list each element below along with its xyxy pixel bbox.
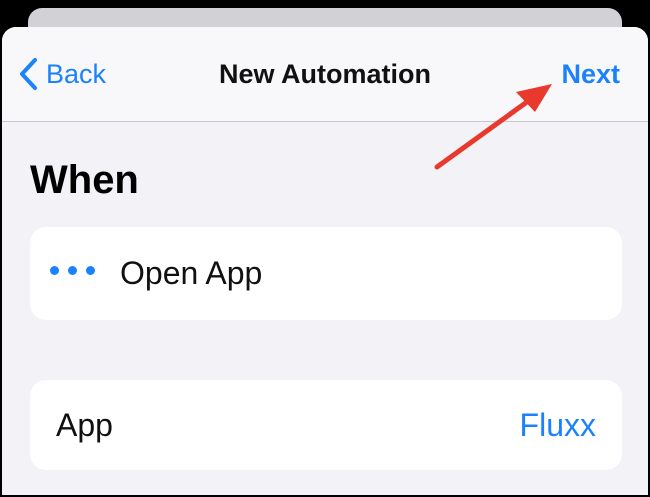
dot: [68, 266, 77, 275]
section-title-when: When: [30, 158, 139, 202]
app-row[interactable]: App Fluxx: [30, 380, 622, 470]
more-dots-icon: [50, 266, 95, 275]
navigation-bar: Back New Automation Next: [2, 27, 648, 122]
dot: [50, 266, 59, 275]
dot: [86, 266, 95, 275]
app-row-label: App: [56, 407, 113, 443]
app-row-value[interactable]: Fluxx: [520, 405, 596, 445]
automation-sheet: Back New Automation Next When Open App A…: [2, 27, 648, 495]
screenshot-frame: Back New Automation Next When Open App A…: [0, 0, 650, 497]
trigger-label: Open App: [120, 255, 263, 291]
next-button[interactable]: Next: [561, 54, 620, 94]
page-title: New Automation: [219, 59, 431, 89]
trigger-row-open-app[interactable]: Open App: [30, 227, 622, 320]
